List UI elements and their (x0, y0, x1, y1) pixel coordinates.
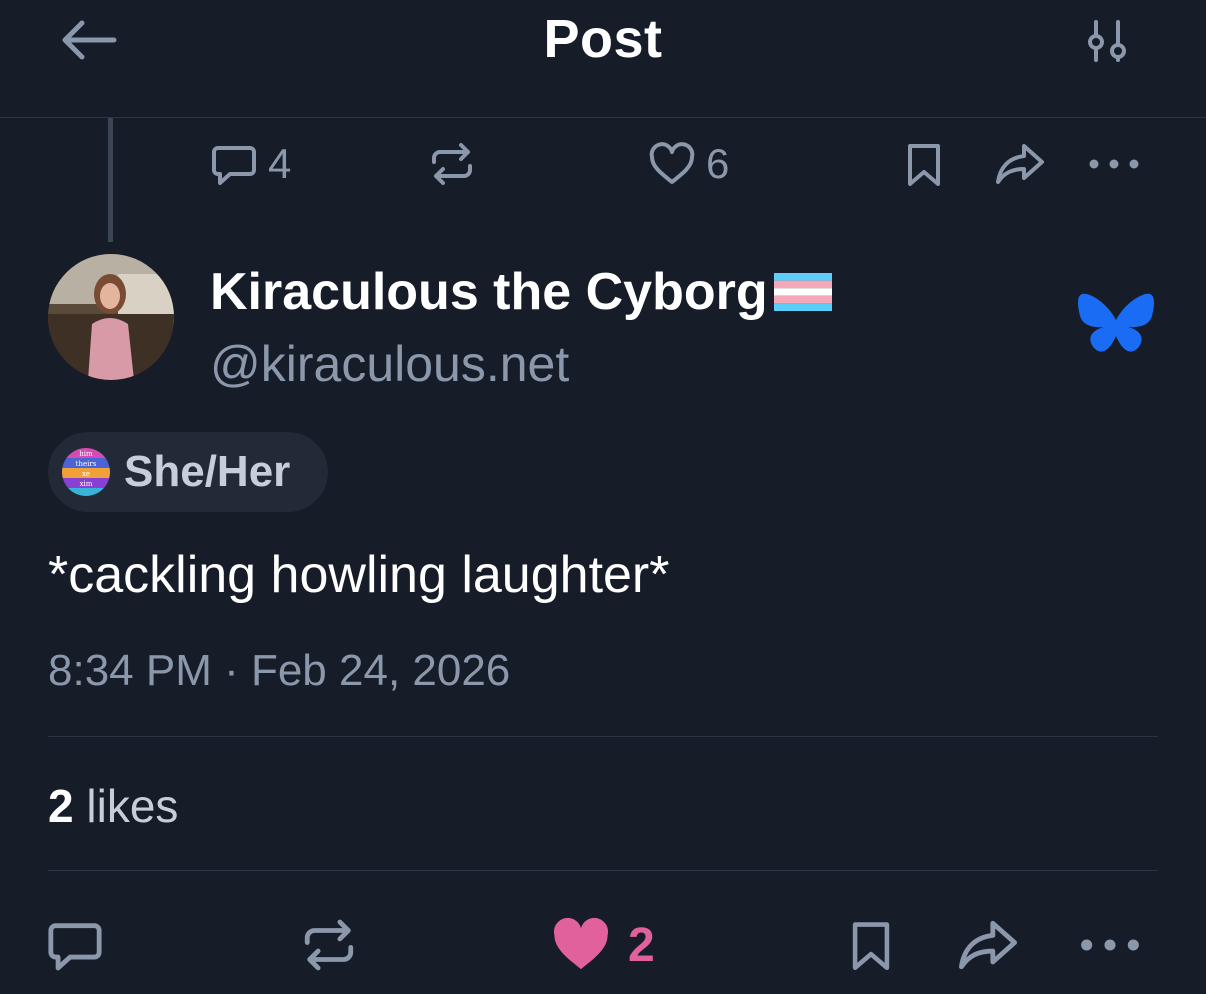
divider (48, 736, 1158, 737)
pronouns-pill[interactable]: him theirs xe xim She/Her (48, 432, 328, 512)
parent-more-button[interactable] (1088, 138, 1142, 190)
share-icon (959, 920, 1017, 970)
thread-settings-icon (1088, 20, 1126, 62)
likes-label: likes (86, 780, 179, 832)
like-count: 2 (628, 918, 655, 972)
parent-like-button[interactable]: 6 (648, 138, 729, 190)
parent-reply-button[interactable]: 4 (210, 138, 291, 190)
bluesky-butterfly-icon (1078, 293, 1154, 352)
heart-outline-icon (649, 142, 695, 184)
transgender-flag-icon (773, 273, 832, 311)
parent-bookmark-button[interactable] (902, 138, 946, 190)
likes-count: 2 (48, 780, 74, 832)
bookmark-button[interactable] (846, 910, 896, 980)
repost-button[interactable] (300, 910, 358, 980)
thread-connector-line (108, 118, 113, 242)
badge-word: theirs (76, 460, 97, 468)
parent-share-button[interactable] (994, 138, 1046, 190)
bluesky-verified-badge[interactable] (1076, 290, 1156, 360)
avatar-photo (48, 254, 174, 380)
thread-settings-button[interactable] (1082, 18, 1134, 66)
badge-word: xim (80, 480, 93, 488)
repost-icon (304, 919, 354, 971)
divider (48, 870, 1158, 871)
more-dots-icon (1081, 939, 1139, 951)
reply-icon (212, 146, 256, 185)
pronouns-label: She/Her (124, 447, 291, 496)
author-handle[interactable]: @kiraculous.net (210, 335, 569, 393)
author-display-name: Kiraculous the Cyborg (210, 263, 768, 321)
post-timestamp: 8:34 PM · Feb 24, 2026 (48, 646, 511, 695)
post-text: *cackling howling laughter* (48, 546, 670, 604)
bookmark-icon (908, 144, 940, 186)
parent-reply-count: 4 (268, 140, 292, 187)
avatar[interactable] (48, 254, 174, 380)
page-title: Post (543, 9, 663, 69)
top-bar: Post (0, 0, 1206, 118)
repost-icon (432, 143, 472, 185)
badge-word: him (79, 450, 93, 458)
author-name-row[interactable]: Kiraculous the Cyborg (210, 262, 832, 322)
bookmark-icon (852, 922, 890, 970)
share-button[interactable] (956, 910, 1020, 980)
more-options-button[interactable] (1080, 910, 1140, 980)
reply-icon (48, 923, 102, 971)
parent-like-count: 6 (706, 140, 730, 187)
badge-word: xe (82, 470, 90, 478)
reply-button[interactable] (46, 910, 104, 980)
share-icon (996, 144, 1044, 184)
pronouns-badge-icon: him theirs xe xim (62, 448, 110, 496)
like-button[interactable]: 2 (550, 910, 655, 980)
heart-filled-icon (553, 917, 609, 970)
parent-repost-button[interactable] (428, 138, 476, 190)
likes-summary[interactable]: 2 likes (48, 779, 178, 833)
more-dots-icon (1089, 159, 1139, 169)
